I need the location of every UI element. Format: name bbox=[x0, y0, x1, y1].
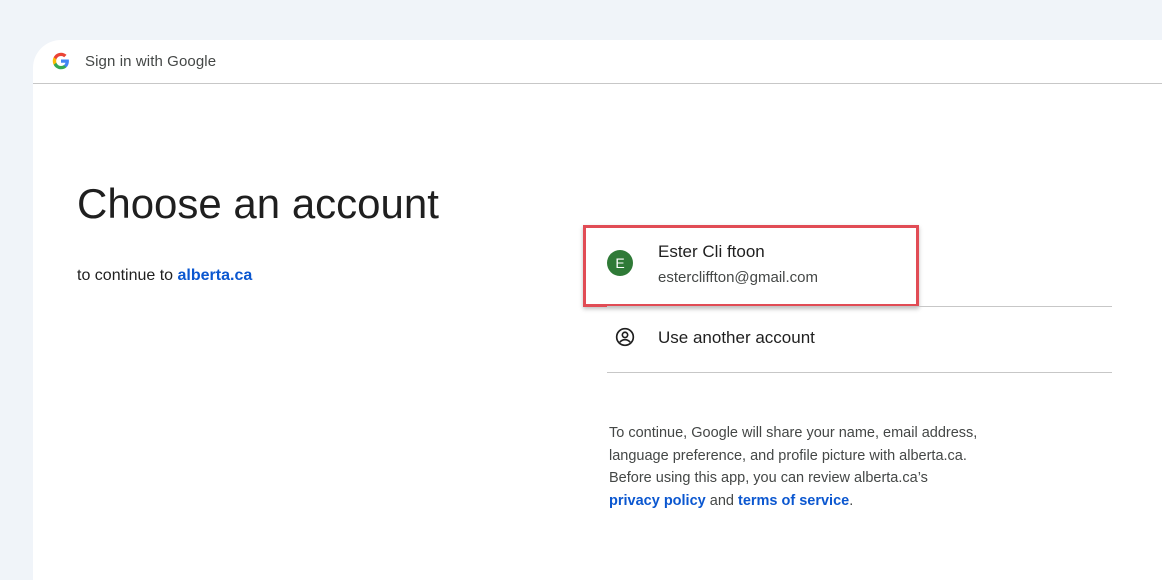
account-name: Ester Cli ftoon bbox=[658, 242, 765, 261]
privacy-disclaimer: To continue, Google will share your name… bbox=[609, 422, 1089, 513]
period: . bbox=[849, 493, 854, 510]
and-text: and bbox=[709, 493, 734, 510]
page-title: Choose an account bbox=[77, 180, 439, 227]
use-another-account-label: Use another account bbox=[658, 328, 815, 347]
use-another-account-button[interactable]: Use another account bbox=[607, 313, 1112, 361]
avatar: E bbox=[607, 250, 633, 276]
divider bbox=[607, 372, 1112, 373]
disclaimer-line-2: language preference, and profile picture… bbox=[609, 447, 967, 464]
header-bar: Sign in with Google bbox=[33, 40, 1162, 84]
header-title: Sign in with Google bbox=[85, 53, 217, 70]
disclaimer-line-3: Before using this app, you can review al… bbox=[609, 470, 928, 487]
app-domain-link[interactable]: alberta.ca bbox=[178, 267, 253, 284]
google-g-icon bbox=[52, 52, 69, 70]
disclaimer-line-1: To continue, Google will share your name… bbox=[609, 425, 978, 441]
divider bbox=[607, 306, 1112, 307]
privacy-policy-link[interactable]: privacy policy bbox=[609, 493, 706, 509]
subtitle: to continue to alberta.ca bbox=[77, 267, 252, 285]
disclaimer-line-4: privacy policy and terms of service. bbox=[609, 490, 1089, 513]
terms-of-service-link[interactable]: terms of service bbox=[738, 493, 849, 509]
person-circle-icon bbox=[615, 327, 635, 347]
subtitle-prefix: to continue to bbox=[77, 267, 174, 284]
account-email: estercliffton@gmail.com bbox=[658, 269, 819, 286]
account-item-ester-clifton[interactable]: E Ester Cli ftoon estercliffton@gmail.co… bbox=[593, 236, 913, 302]
